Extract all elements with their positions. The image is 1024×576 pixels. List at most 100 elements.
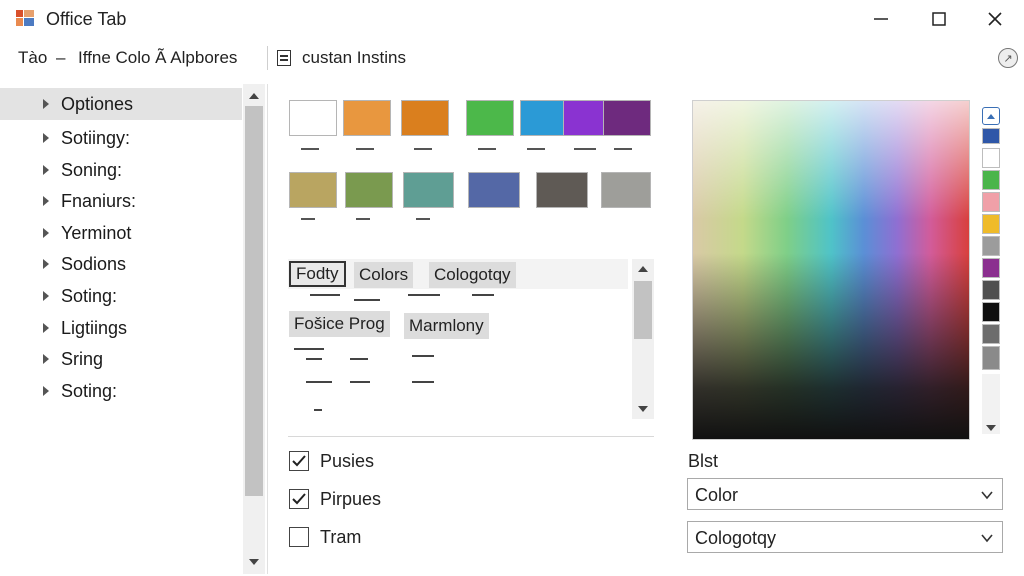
title-bar: Office Tab	[0, 0, 1024, 38]
palette-color[interactable]	[982, 192, 1000, 212]
list-placeholder-line	[472, 294, 494, 296]
checkmark-icon	[292, 455, 306, 467]
sidebar-item-label: Optiones	[61, 93, 134, 114]
minimize-icon	[874, 18, 888, 20]
sidebar-item[interactable]: Soning:	[0, 154, 242, 186]
swatch-marker	[478, 148, 496, 150]
color-swatch[interactable]	[466, 100, 514, 136]
color-picker-field[interactable]	[692, 100, 970, 440]
scroll-down-icon[interactable]	[243, 554, 265, 570]
maximize-button[interactable]	[910, 0, 968, 38]
sidebar-item-label: Soting:	[61, 285, 118, 306]
chevron-right-icon	[43, 259, 49, 269]
list-placeholder-line	[310, 294, 340, 296]
chevron-right-icon	[43, 99, 49, 109]
sidebar-item[interactable]: Sotiingy:	[0, 122, 242, 154]
sidebar-item-label: Sring	[61, 348, 104, 369]
minimize-button[interactable]	[852, 0, 910, 38]
color-swatch[interactable]	[520, 100, 568, 136]
chevron-right-icon	[43, 323, 49, 333]
chevron-right-icon	[43, 228, 49, 238]
swatch-marker	[356, 148, 374, 150]
checkbox-box[interactable]	[289, 451, 309, 471]
tag-marmlony[interactable]: Marmlony	[404, 313, 489, 339]
color-swatch[interactable]	[289, 172, 337, 208]
palette-color[interactable]	[982, 236, 1000, 256]
palette-color[interactable]	[982, 280, 1000, 300]
help-icon: ↗	[1003, 52, 1013, 65]
toolbar-dash: –	[56, 48, 66, 67]
palette-color[interactable]	[982, 148, 1000, 168]
palette-color[interactable]	[982, 170, 1000, 190]
swatch-marker	[416, 218, 430, 220]
color-swatch[interactable]	[345, 172, 393, 208]
checkbox-tram[interactable]: Tram	[289, 525, 361, 549]
list-placeholder-line	[412, 355, 434, 357]
color-swatch[interactable]	[343, 100, 391, 136]
list-placeholder-line	[408, 294, 440, 296]
checkbox-box[interactable]	[289, 489, 309, 509]
scroll-down-icon[interactable]	[632, 401, 654, 417]
scrollbar-thumb[interactable]	[245, 106, 263, 496]
tag-fosice-prog[interactable]: Fošice Prog	[289, 311, 390, 337]
palette-color[interactable]	[982, 346, 1000, 370]
color-swatch[interactable]	[403, 172, 454, 208]
color-swatch[interactable]	[401, 100, 449, 136]
chevron-down-icon	[981, 491, 993, 500]
toolbar-item-custom[interactable]: custan Instins	[302, 48, 406, 68]
tag-list-scrollbar[interactable]	[632, 259, 654, 419]
color-swatch[interactable]	[536, 172, 588, 208]
checkmark-icon	[292, 493, 306, 505]
palette-scroll-up-icon[interactable]	[982, 107, 1000, 125]
palette-color[interactable]	[982, 214, 1000, 234]
palette-scroll-down-icon[interactable]	[982, 420, 1000, 436]
palette-color[interactable]	[982, 258, 1000, 278]
swatch-marker	[301, 218, 315, 220]
maximize-icon	[932, 12, 946, 26]
toolbar-item-tao[interactable]: Tào	[18, 48, 47, 68]
color-swatch[interactable]	[601, 172, 651, 208]
sidebar-item-label: Soting:	[61, 380, 118, 401]
tag-fodty[interactable]: Fodty	[289, 261, 346, 287]
category-select[interactable]: Cologotqy	[687, 521, 1003, 553]
sidebar-item-label: Yerminot	[61, 222, 132, 243]
tag-list: Fodty Colors Cologotqy Fošice Prog Marml…	[288, 259, 654, 419]
color-swatch[interactable]	[289, 100, 337, 136]
color-swatch[interactable]	[468, 172, 520, 208]
scrollbar-thumb[interactable]	[634, 281, 652, 339]
palette-color[interactable]	[982, 324, 1000, 344]
color-swatch[interactable]	[603, 100, 651, 136]
sidebar-item[interactable]: Fnaniurs:	[0, 185, 242, 217]
palette-color[interactable]	[982, 128, 1000, 144]
checkbox-label: Pusies	[320, 450, 375, 471]
checkbox-pirpues[interactable]: Pirpues	[289, 487, 381, 511]
scroll-up-icon[interactable]	[243, 88, 265, 104]
office-tab-app-icon	[16, 10, 34, 26]
help-button[interactable]: ↗	[998, 48, 1018, 68]
checkbox-box[interactable]	[289, 527, 309, 547]
sidebar-item-label: Sodions	[61, 253, 127, 274]
select-value: Cologotqy	[695, 528, 777, 548]
sidebar-item[interactable]: Ligtiings	[0, 312, 242, 344]
toolbar-item-colors[interactable]: Iffne Colo Ã Alpbores	[78, 48, 237, 68]
checkbox-pusies[interactable]: Pusies	[289, 449, 374, 473]
sidebar-item[interactable]: Yerminot	[0, 217, 242, 249]
sidebar-item[interactable]: Soting:	[0, 375, 242, 407]
sidebar-item-optiones[interactable]: Optiones	[0, 88, 242, 120]
list-placeholder-line	[354, 299, 380, 301]
palette-color[interactable]	[982, 302, 1000, 322]
chevron-right-icon	[43, 354, 49, 364]
scroll-up-icon[interactable]	[632, 261, 654, 277]
chevron-down-icon	[981, 534, 993, 543]
document-list-icon	[277, 50, 291, 66]
sidebar-item[interactable]: Sodions	[0, 248, 242, 280]
sidebar-item[interactable]: Soting:	[0, 280, 242, 312]
chevron-right-icon	[43, 165, 49, 175]
chevron-right-icon	[43, 133, 49, 143]
tag-cologotqy[interactable]: Cologotqy	[429, 262, 516, 288]
sidebar-scrollbar[interactable]	[243, 84, 265, 574]
close-button[interactable]	[966, 0, 1024, 38]
sidebar-item[interactable]: Sring	[0, 343, 242, 375]
color-select[interactable]: Color	[687, 478, 1003, 510]
tag-colors[interactable]: Colors	[354, 262, 414, 288]
